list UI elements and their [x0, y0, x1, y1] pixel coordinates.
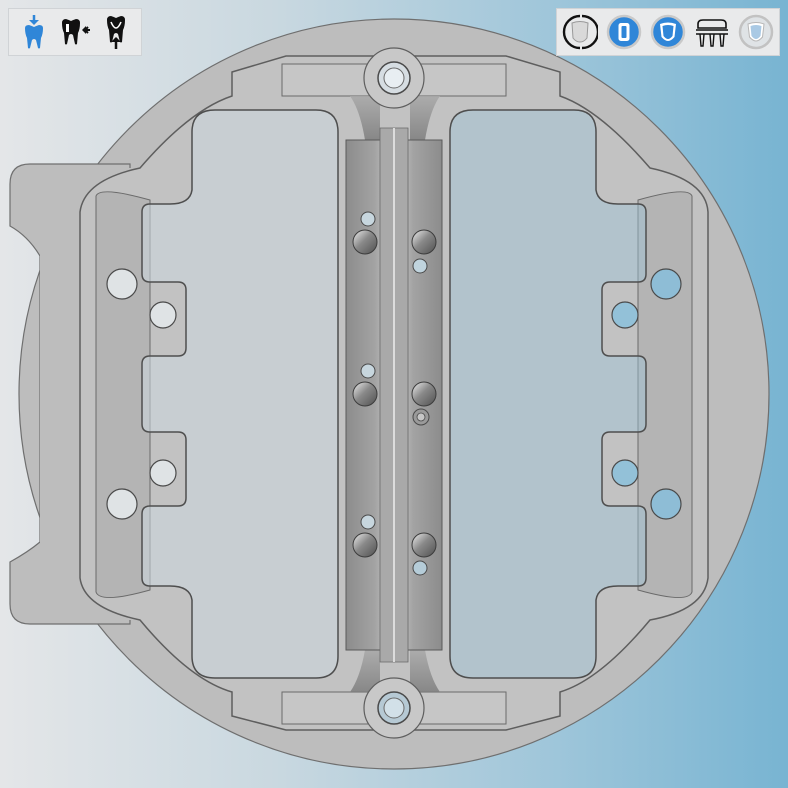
tooth-tools-toolbar: [8, 8, 142, 56]
locating-hole-bottom: [363, 677, 425, 739]
tooth-view-side-button[interactable]: [648, 12, 688, 52]
view-toolbar: [556, 8, 780, 56]
dental-bridge-icon: [696, 19, 728, 47]
tooth-lift-icon: [107, 16, 126, 49]
rotate-view-icon: [562, 14, 598, 50]
tooth-view-transparent-button[interactable]: [736, 12, 776, 52]
tooth-insert-icon: [24, 15, 43, 49]
tooth-insert-button[interactable]: [17, 12, 50, 52]
tooth-lift-button[interactable]: [100, 12, 133, 52]
rotate-view-button[interactable]: [560, 12, 600, 52]
dental-blank-holder-model: [9, 18, 770, 770]
tooth-view-front-icon: [606, 14, 642, 50]
tooth-view-side-icon: [650, 14, 686, 50]
locating-hole-top: [363, 47, 425, 109]
3d-viewport[interactable]: [0, 0, 788, 788]
tooth-move-left-button[interactable]: [58, 12, 91, 52]
dental-bridge-button[interactable]: [692, 12, 732, 52]
tooth-move-left-icon: [61, 19, 90, 45]
tooth-view-front-button[interactable]: [604, 12, 644, 52]
tooth-view-transparent-icon: [738, 14, 774, 50]
